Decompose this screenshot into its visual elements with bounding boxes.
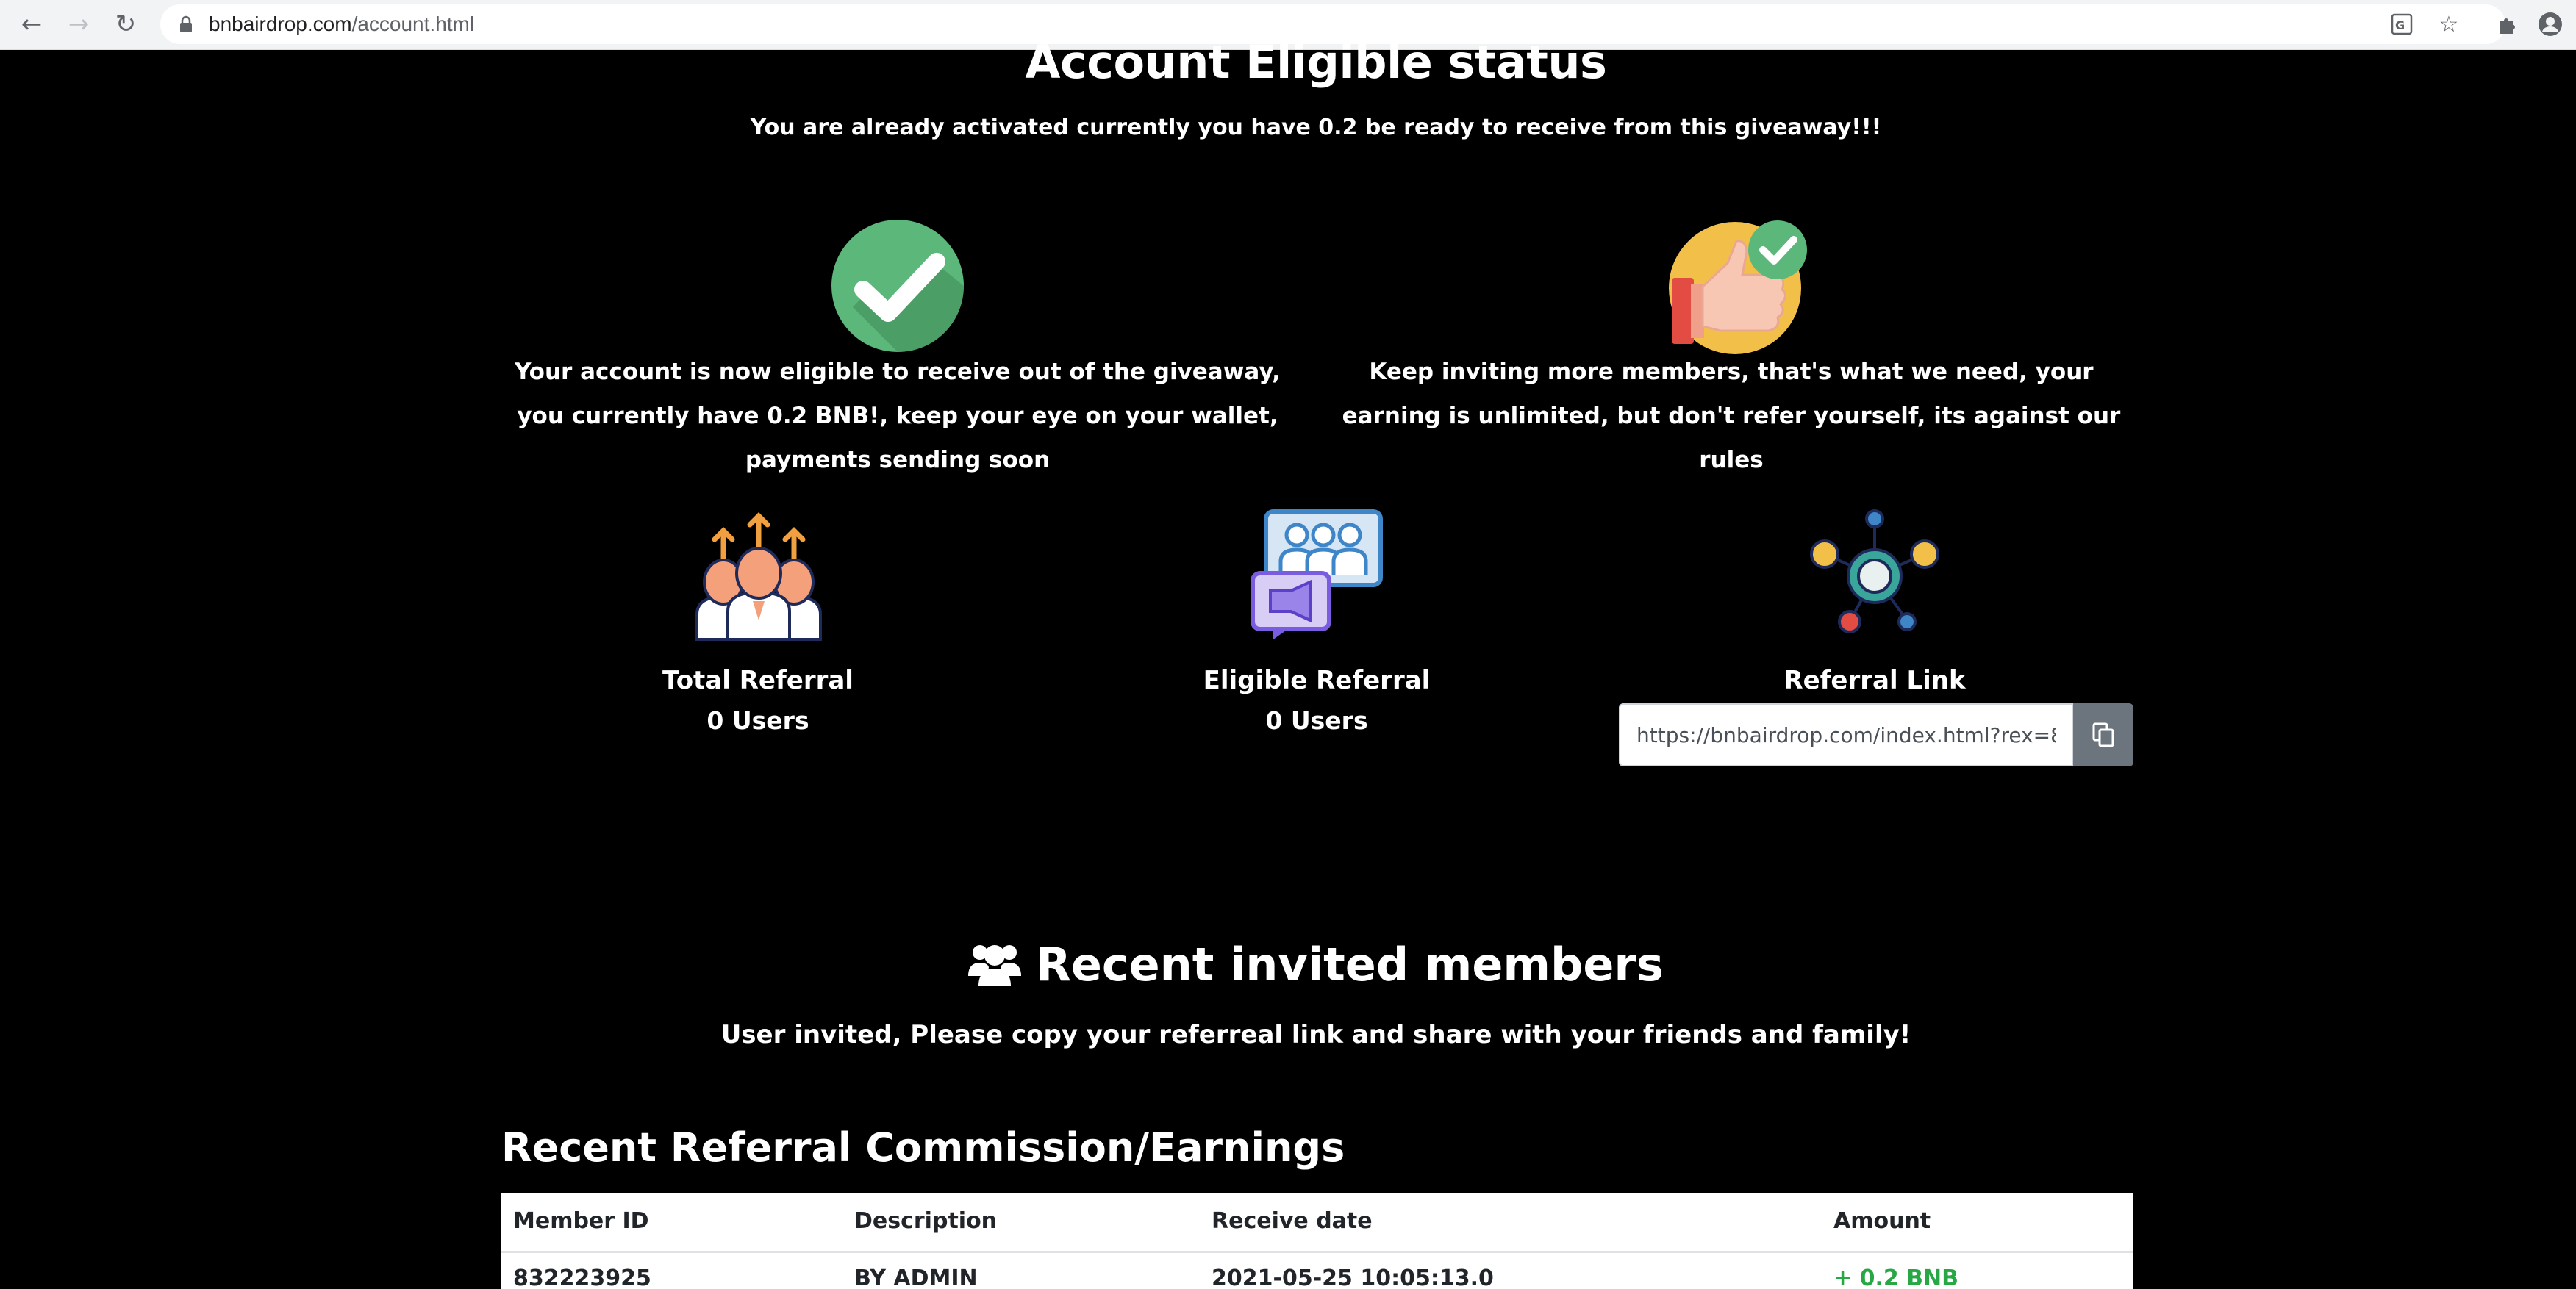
network-nodes-icon xyxy=(1810,509,1939,633)
referral-link-label: Referral Link xyxy=(1783,666,1966,695)
column-header-receive-date: Receive date xyxy=(1212,1208,1373,1234)
thumbs-up-check-icon xyxy=(1669,220,1807,354)
table-header-divider xyxy=(501,1251,2133,1253)
recent-members-heading: Recent invited members xyxy=(0,938,2576,991)
svg-text:G: G xyxy=(2395,18,2405,32)
team-growth-icon xyxy=(695,512,822,641)
checkmark-circle-icon xyxy=(831,220,964,352)
url-path: /account.html xyxy=(351,12,475,35)
table-cell-member-id: 832223925 xyxy=(513,1265,651,1289)
copy-link-button[interactable] xyxy=(2073,703,2133,766)
page-subtitle: You are already activated currently you … xyxy=(750,115,1882,140)
total-referral-label: Total Referral xyxy=(662,666,854,695)
recent-members-title: Recent invited members xyxy=(1036,938,1664,991)
page-title: Account Eligible status xyxy=(1025,35,1607,89)
eligible-referral-label: Eligible Referral xyxy=(1203,666,1431,695)
referral-link-input[interactable] xyxy=(1619,703,2073,766)
recent-members-subtitle: User invited, Please copy your referreal… xyxy=(720,1020,1911,1049)
table-cell-description: BY ADMIN xyxy=(854,1265,978,1289)
eligible-referral-value: 0 Users xyxy=(1265,706,1368,735)
feature-text-invite: Keep inviting more members, that's what … xyxy=(1342,359,2121,473)
earnings-table: Member ID Description Receive date Amoun… xyxy=(501,1193,2133,1289)
copy-icon xyxy=(2092,722,2114,747)
team-megaphone-icon xyxy=(1251,509,1383,639)
lock-icon xyxy=(180,15,192,32)
column-header-description: Description xyxy=(854,1208,998,1234)
url-domain: bnbairdrop.com xyxy=(209,12,352,35)
column-header-member-id: Member ID xyxy=(513,1208,649,1234)
column-header-amount: Amount xyxy=(1833,1208,1931,1234)
table-cell-receive-date: 2021-05-25 10:05:13.0 xyxy=(1212,1265,1494,1289)
total-referral-value: 0 Users xyxy=(706,706,809,735)
earnings-table-title: Recent Referral Commission/Earnings xyxy=(501,1124,1345,1171)
table-cell-amount: + 0.2 BNB xyxy=(1833,1265,1959,1289)
users-group-icon xyxy=(968,945,1022,986)
feature-text-eligible: Your account is now eligible to receive … xyxy=(515,359,1281,473)
